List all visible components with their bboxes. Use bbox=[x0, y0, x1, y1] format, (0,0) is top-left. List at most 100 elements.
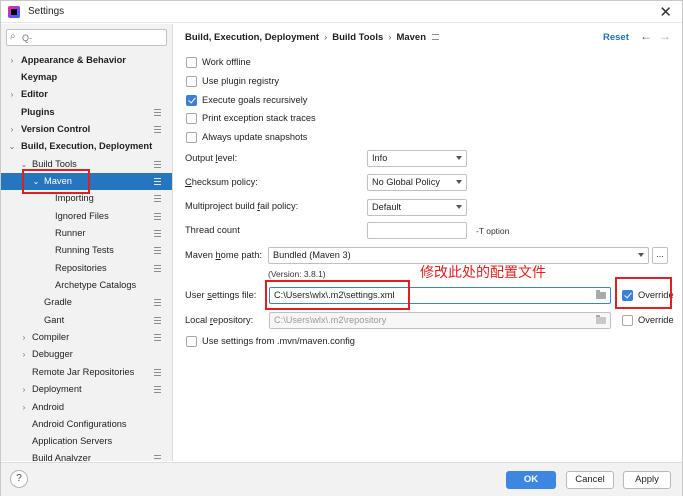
plugin-registry-checkbox[interactable] bbox=[186, 76, 197, 87]
chevron-right-icon[interactable]: › bbox=[7, 86, 17, 103]
sidebar-item-android-configurations[interactable]: Android Configurations bbox=[1, 416, 172, 433]
chevron-right-icon[interactable]: › bbox=[19, 381, 29, 398]
sidebar-item-deployment[interactable]: › Deployment bbox=[1, 381, 172, 398]
project-scope-icon bbox=[154, 109, 161, 116]
plugin-registry-label: Use plugin registry bbox=[202, 76, 279, 86]
breadcrumb-separator: › bbox=[388, 32, 392, 43]
sidebar-item-label: Gant bbox=[44, 315, 65, 325]
sidebar-item-label: Plugins bbox=[21, 107, 55, 117]
close-icon[interactable]: ✕ bbox=[659, 3, 672, 21]
window-title: Settings bbox=[28, 6, 65, 17]
fail-policy-dropdown[interactable]: Default bbox=[367, 199, 467, 216]
chevron-down-icon[interactable]: ⌄ bbox=[7, 138, 17, 155]
output-level-dropdown[interactable]: Info bbox=[367, 150, 467, 167]
print-stack-checkbox[interactable] bbox=[186, 113, 197, 124]
sidebar-item-plugins[interactable]: Plugins bbox=[1, 104, 172, 121]
help-button[interactable]: ? bbox=[10, 470, 28, 488]
thread-count-input[interactable] bbox=[367, 222, 467, 239]
mvn-config-checkbox[interactable] bbox=[186, 336, 197, 347]
execute-recursively-checkbox[interactable] bbox=[186, 95, 197, 106]
sidebar-item-ignored-files[interactable]: Ignored Files bbox=[1, 208, 172, 225]
project-scope-icon bbox=[154, 369, 161, 376]
sidebar-item-appearance[interactable]: › Appearance & Behavior bbox=[1, 52, 172, 69]
maven-home-browse-button[interactable]: ... bbox=[652, 247, 668, 264]
chevron-right-icon[interactable]: › bbox=[19, 329, 29, 346]
project-scope-icon bbox=[154, 126, 161, 133]
chevron-right-icon[interactable]: › bbox=[7, 52, 17, 69]
sidebar-item-build-tools[interactable]: ⌄ Build Tools bbox=[1, 156, 172, 173]
back-arrow-icon[interactable]: ← bbox=[640, 29, 652, 43]
sidebar-item-gradle[interactable]: Gradle bbox=[1, 294, 172, 311]
sidebar-item-keymap[interactable]: Keymap bbox=[1, 69, 172, 86]
sidebar-item-application-servers[interactable]: Application Servers bbox=[1, 433, 172, 450]
dropdown-caret-icon bbox=[456, 156, 462, 160]
settings-window: Settings ✕ ⌕ › Appearance & Behavior Key… bbox=[0, 0, 683, 496]
local-repository-label: Local repository: bbox=[185, 315, 254, 325]
work-offline-checkbox[interactable] bbox=[186, 57, 197, 68]
sidebar-item-label: Maven bbox=[44, 176, 72, 186]
breadcrumb-maven: Maven bbox=[396, 32, 427, 43]
maven-home-value: Bundled (Maven 3) bbox=[273, 250, 351, 260]
chevron-right-icon[interactable]: › bbox=[7, 121, 17, 138]
project-scope-icon bbox=[154, 317, 161, 324]
sidebar-item-label: Repositories bbox=[55, 263, 107, 273]
user-settings-value: C:\Users\wlx\.m2\settings.xml bbox=[274, 290, 395, 300]
sidebar-item-compiler[interactable]: › Compiler bbox=[1, 329, 172, 346]
project-scope-icon bbox=[154, 195, 161, 202]
sidebar-item-archetype-catalogs[interactable]: Archetype Catalogs bbox=[1, 277, 172, 294]
checksum-policy-dropdown[interactable]: No Global Policy bbox=[367, 174, 467, 191]
sidebar-item-debugger[interactable]: › Debugger bbox=[1, 346, 172, 363]
chevron-down-icon[interactable]: ⌄ bbox=[19, 156, 29, 173]
sidebar-item-label: Remote Jar Repositories bbox=[32, 367, 135, 377]
thread-count-label: Thread count bbox=[185, 225, 240, 235]
project-scope-icon bbox=[154, 213, 161, 220]
user-settings-override-checkbox[interactable] bbox=[622, 290, 633, 301]
settings-search[interactable]: ⌕ bbox=[6, 29, 167, 46]
maven-settings-panel: Build, Execution, Deployment › Build Tools… bbox=[174, 24, 682, 461]
sidebar-item-label: Keymap bbox=[21, 72, 58, 82]
search-icon: ⌕ bbox=[10, 31, 16, 42]
sidebar-item-label: Application Servers bbox=[32, 436, 113, 446]
breadcrumb-build-tools[interactable]: Build Tools bbox=[332, 32, 383, 43]
update-snapshots-checkbox[interactable] bbox=[186, 132, 197, 143]
ok-button[interactable]: OK bbox=[506, 471, 556, 489]
project-scope-icon bbox=[154, 230, 161, 237]
sidebar-item-runner[interactable]: Runner bbox=[1, 225, 172, 242]
execute-recursively-label: Execute goals recursively bbox=[202, 95, 308, 105]
forward-arrow-icon[interactable]: → bbox=[659, 29, 671, 43]
user-settings-input[interactable]: C:\Users\wlx\.m2\settings.xml bbox=[269, 287, 611, 304]
sidebar-item-android[interactable]: › Android bbox=[1, 399, 172, 416]
sidebar-item-version-control[interactable]: › Version Control bbox=[1, 121, 172, 138]
sidebar-item-label: Build Tools bbox=[32, 159, 77, 169]
sidebar-item-editor[interactable]: › Editor bbox=[1, 86, 172, 103]
reset-link[interactable]: Reset bbox=[603, 32, 629, 43]
chevron-right-icon[interactable]: › bbox=[19, 346, 29, 363]
sidebar-item-label: Version Control bbox=[21, 124, 91, 134]
title-bar: Settings ✕ bbox=[1, 1, 682, 23]
sidebar-item-build-analyzer[interactable]: Build Analyzer bbox=[1, 450, 172, 461]
sidebar-item-gant[interactable]: Gant bbox=[1, 312, 172, 329]
cancel-button[interactable]: Cancel bbox=[566, 471, 614, 489]
sidebar-item-importing[interactable]: Importing bbox=[1, 190, 172, 207]
sidebar-item-maven[interactable]: ⌄ Maven bbox=[1, 173, 172, 190]
override-label: Override bbox=[638, 315, 674, 325]
project-scope-icon bbox=[432, 34, 440, 40]
sidebar-item-repositories[interactable]: Repositories bbox=[1, 260, 172, 277]
apply-button[interactable]: Apply bbox=[623, 471, 671, 489]
checksum-policy-value: No Global Policy bbox=[372, 177, 440, 187]
folder-icon[interactable] bbox=[596, 290, 606, 299]
breadcrumb-build-execution[interactable]: Build, Execution, Deployment bbox=[185, 32, 319, 43]
sidebar-item-running-tests[interactable]: Running Tests bbox=[1, 242, 172, 259]
sidebar-item-build-execution[interactable]: ⌄ Build, Execution, Deployment bbox=[1, 138, 172, 155]
mvn-config-label: Use settings from .mvn/maven.config bbox=[202, 336, 355, 346]
sidebar-item-label: Running Tests bbox=[55, 245, 114, 255]
sidebar-item-label: Editor bbox=[21, 89, 48, 99]
sidebar-item-remote-jar-repositories[interactable]: Remote Jar Repositories bbox=[1, 364, 172, 381]
override-label: Override bbox=[638, 290, 674, 300]
chevron-right-icon[interactable]: › bbox=[19, 399, 29, 416]
local-repository-override-checkbox[interactable] bbox=[622, 315, 633, 326]
dialog-footer: ? OK Cancel Apply bbox=[1, 462, 682, 496]
chevron-down-icon[interactable]: ⌄ bbox=[31, 173, 41, 190]
search-input[interactable] bbox=[22, 31, 162, 44]
sidebar-item-label: Build Analyzer bbox=[32, 453, 91, 461]
